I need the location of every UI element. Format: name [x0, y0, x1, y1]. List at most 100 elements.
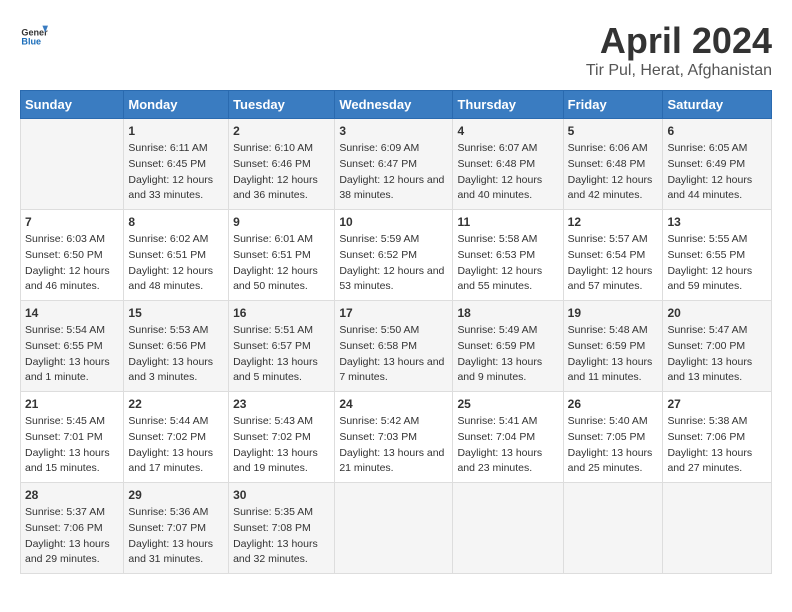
- day-info: Sunrise: 5:57 AMSunset: 6:54 PMDaylight:…: [568, 232, 659, 295]
- day-info: Sunrise: 5:55 AMSunset: 6:55 PMDaylight:…: [667, 232, 767, 295]
- calendar-week-row: 14Sunrise: 5:54 AMSunset: 6:55 PMDayligh…: [21, 301, 772, 392]
- day-number: 22: [128, 397, 224, 411]
- calendar-week-row: 21 Sunrise: 5:45 AMSunset: 7:01 PMDayligh…: [21, 392, 772, 483]
- day-number: 3: [339, 124, 448, 138]
- day-info: Sunrise: 5:41 AMSunset: 7:04 PMDaylight:…: [457, 414, 558, 477]
- calendar-week-row: 28Sunrise: 5:37 AMSunset: 7:06 PMDayligh…: [21, 483, 772, 574]
- weekday-header: Thursday: [453, 91, 563, 119]
- calendar-cell: 27Sunrise: 5:38 AMSunset: 7:06 PMDayligh…: [663, 392, 772, 483]
- calendar-cell: 26Sunrise: 5:40 AMSunset: 7:05 PMDayligh…: [563, 392, 663, 483]
- calendar-cell: [563, 483, 663, 574]
- day-info: Sunrise: 5:35 AMSunset: 7:08 PMDaylight:…: [233, 505, 330, 568]
- calendar-cell: 2 Sunrise: 6:10 AMSunset: 6:46 PMDaylight…: [229, 119, 335, 210]
- day-number: 19: [568, 306, 659, 320]
- day-info: Sunrise: 6:10 AMSunset: 6:46 PMDaylight:…: [233, 141, 330, 204]
- calendar-cell: 12 Sunrise: 5:57 AMSunset: 6:54 PMDayligh…: [563, 210, 663, 301]
- day-info: Sunrise: 5:51 AMSunset: 6:57 PMDaylight:…: [233, 323, 330, 386]
- main-title: April 2024: [586, 20, 772, 62]
- calendar-cell: 30 Sunrise: 5:35 AMSunset: 7:08 PMDayligh…: [229, 483, 335, 574]
- calendar-cell: 18 Sunrise: 5:49 AMSunset: 6:59 PMDayligh…: [453, 301, 563, 392]
- calendar-cell: 13 Sunrise: 5:55 AMSunset: 6:55 PMDayligh…: [663, 210, 772, 301]
- weekday-header: Wednesday: [335, 91, 453, 119]
- calendar-cell: [335, 483, 453, 574]
- day-number: 25: [457, 397, 558, 411]
- day-info: Sunrise: 5:48 AMSunset: 6:59 PMDaylight:…: [568, 323, 659, 386]
- calendar-cell: 20 Sunrise: 5:47 AMSunset: 7:00 PMDayligh…: [663, 301, 772, 392]
- day-info: Sunrise: 6:03 AMSunset: 6:50 PMDaylight:…: [25, 232, 119, 295]
- day-info: Sunrise: 5:45 AMSunset: 7:01 PMDaylight:…: [25, 414, 119, 477]
- day-info: Sunrise: 6:06 AMSunset: 6:48 PMDaylight:…: [568, 141, 659, 204]
- sub-title: Tir Pul, Herat, Afghanistan: [586, 62, 772, 80]
- day-number: 11: [457, 215, 558, 229]
- day-number: 24: [339, 397, 448, 411]
- day-info: Sunrise: 6:07 AMSunset: 6:48 PMDaylight:…: [457, 141, 558, 204]
- day-number: 30: [233, 488, 330, 502]
- day-info: Sunrise: 5:43 AMSunset: 7:02 PMDaylight:…: [233, 414, 330, 477]
- calendar-cell: [663, 483, 772, 574]
- calendar-cell: 22 Sunrise: 5:44 AMSunset: 7:02 PMDayligh…: [124, 392, 229, 483]
- calendar-cell: 16 Sunrise: 5:51 AMSunset: 6:57 PMDayligh…: [229, 301, 335, 392]
- calendar-header-row: SundayMondayTuesdayWednesdayThursdayFrid…: [21, 91, 772, 119]
- calendar-cell: 29Sunrise: 5:36 AMSunset: 7:07 PMDayligh…: [124, 483, 229, 574]
- calendar-cell: 4 Sunrise: 6:07 AMSunset: 6:48 PMDaylight…: [453, 119, 563, 210]
- day-number: 12: [568, 215, 659, 229]
- logo: General Blue: [20, 20, 48, 48]
- day-number: 5: [568, 124, 659, 138]
- day-info: Sunrise: 5:59 AMSunset: 6:52 PMDaylight:…: [339, 232, 448, 295]
- calendar-cell: 8Sunrise: 6:02 AMSunset: 6:51 PMDaylight…: [124, 210, 229, 301]
- day-info: Sunrise: 5:42 AMSunset: 7:03 PMDaylight:…: [339, 414, 448, 477]
- calendar-cell: 24 Sunrise: 5:42 AMSunset: 7:03 PMDayligh…: [335, 392, 453, 483]
- day-number: 9: [233, 215, 330, 229]
- day-number: 10: [339, 215, 448, 229]
- calendar-week-row: 7 Sunrise: 6:03 AMSunset: 6:50 PMDaylight…: [21, 210, 772, 301]
- day-info: Sunrise: 6:01 AMSunset: 6:51 PMDaylight:…: [233, 232, 330, 295]
- day-info: Sunrise: 5:47 AMSunset: 7:00 PMDaylight:…: [667, 323, 767, 386]
- calendar-cell: 6 Sunrise: 6:05 AMSunset: 6:49 PMDaylight…: [663, 119, 772, 210]
- calendar-cell: 17 Sunrise: 5:50 AMSunset: 6:58 PMDayligh…: [335, 301, 453, 392]
- day-number: 7: [25, 215, 119, 229]
- calendar-cell: 5 Sunrise: 6:06 AMSunset: 6:48 PMDaylight…: [563, 119, 663, 210]
- day-number: 6: [667, 124, 767, 138]
- day-number: 13: [667, 215, 767, 229]
- calendar-table: SundayMondayTuesdayWednesdayThursdayFrid…: [20, 90, 772, 574]
- day-info: Sunrise: 6:02 AMSunset: 6:51 PMDaylight:…: [128, 232, 224, 295]
- day-info: Sunrise: 5:49 AMSunset: 6:59 PMDaylight:…: [457, 323, 558, 386]
- weekday-header: Monday: [124, 91, 229, 119]
- calendar-week-row: 1 Sunrise: 6:11 AMSunset: 6:45 PMDaylight…: [21, 119, 772, 210]
- page-header: General Blue April 2024 Tir Pul, Herat, …: [20, 20, 772, 80]
- day-info: Sunrise: 5:44 AMSunset: 7:02 PMDaylight:…: [128, 414, 224, 477]
- weekday-header: Friday: [563, 91, 663, 119]
- calendar-cell: 14Sunrise: 5:54 AMSunset: 6:55 PMDayligh…: [21, 301, 124, 392]
- calendar-cell: 19 Sunrise: 5:48 AMSunset: 6:59 PMDayligh…: [563, 301, 663, 392]
- day-number: 29: [128, 488, 224, 502]
- weekday-header: Saturday: [663, 91, 772, 119]
- day-info: Sunrise: 5:54 AMSunset: 6:55 PMDaylight:…: [25, 323, 119, 386]
- day-info: Sunrise: 6:05 AMSunset: 6:49 PMDaylight:…: [667, 141, 767, 204]
- day-number: 27: [667, 397, 767, 411]
- day-info: Sunrise: 5:53 AMSunset: 6:56 PMDaylight:…: [128, 323, 224, 386]
- day-number: 21: [25, 397, 119, 411]
- day-number: 20: [667, 306, 767, 320]
- logo-icon: General Blue: [20, 20, 48, 48]
- day-number: 26: [568, 397, 659, 411]
- title-area: April 2024 Tir Pul, Herat, Afghanistan: [586, 20, 772, 80]
- calendar-cell: 15 Sunrise: 5:53 AMSunset: 6:56 PMDayligh…: [124, 301, 229, 392]
- calendar-cell: 25 Sunrise: 5:41 AMSunset: 7:04 PMDayligh…: [453, 392, 563, 483]
- calendar-cell: 9 Sunrise: 6:01 AMSunset: 6:51 PMDaylight…: [229, 210, 335, 301]
- calendar-cell: 11Sunrise: 5:58 AMSunset: 6:53 PMDayligh…: [453, 210, 563, 301]
- day-number: 15: [128, 306, 224, 320]
- day-number: 4: [457, 124, 558, 138]
- day-number: 2: [233, 124, 330, 138]
- day-number: 23: [233, 397, 330, 411]
- calendar-cell: 21 Sunrise: 5:45 AMSunset: 7:01 PMDayligh…: [21, 392, 124, 483]
- day-info: Sunrise: 6:11 AMSunset: 6:45 PMDaylight:…: [128, 141, 224, 204]
- day-number: 18: [457, 306, 558, 320]
- calendar-cell: [453, 483, 563, 574]
- day-number: 17: [339, 306, 448, 320]
- day-info: Sunrise: 5:50 AMSunset: 6:58 PMDaylight:…: [339, 323, 448, 386]
- day-info: Sunrise: 5:37 AMSunset: 7:06 PMDaylight:…: [25, 505, 119, 568]
- day-number: 16: [233, 306, 330, 320]
- day-number: 1: [128, 124, 224, 138]
- calendar-cell: 1 Sunrise: 6:11 AMSunset: 6:45 PMDaylight…: [124, 119, 229, 210]
- calendar-cell: [21, 119, 124, 210]
